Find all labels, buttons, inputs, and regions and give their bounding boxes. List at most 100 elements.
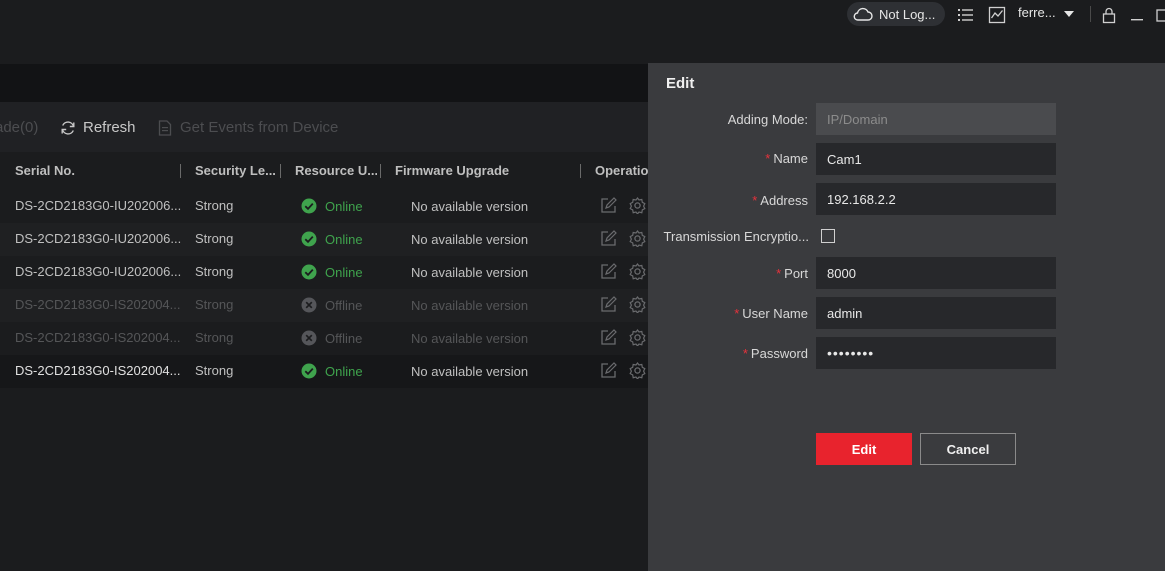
gear-icon[interactable]: [629, 296, 646, 313]
username-field[interactable]: [816, 297, 1056, 329]
firmware-cell: No available version: [411, 199, 529, 214]
edit-icon[interactable]: [600, 362, 617, 379]
cloud-login-status[interactable]: Not Log...: [847, 2, 945, 26]
app-window: Not Log... ferre... ade(0) Refresh Get E…: [0, 0, 1165, 571]
edit-submit-button[interactable]: Edit: [816, 433, 912, 465]
address-field[interactable]: [816, 183, 1056, 215]
security-cell: Strong: [195, 363, 234, 378]
port-label: * Port: [776, 266, 808, 281]
table-row[interactable]: DS-2CD2183G0-IU202006... Strong Online N…: [0, 223, 648, 256]
refresh-icon: [61, 120, 75, 135]
address-label: * Address: [752, 193, 808, 208]
table-row[interactable]: DS-2CD2183G0-IS202004... Strong Offline …: [0, 322, 648, 355]
required-mark: *: [752, 193, 758, 208]
status-cell: Offline: [325, 331, 363, 346]
status-cell: Online: [325, 265, 363, 280]
get-events-button[interactable]: Get Events from Device: [158, 119, 338, 136]
get-events-label: Get Events from Device: [180, 119, 339, 136]
status-cell: Online: [325, 364, 363, 379]
divider: [1090, 6, 1091, 22]
username-label-text: User Name: [742, 306, 808, 321]
column-resource-usage[interactable]: Resource U...: [295, 163, 377, 178]
upgrade-button[interactable]: ade(0): [0, 119, 38, 136]
gear-icon[interactable]: [629, 362, 646, 379]
edit-icon[interactable]: [600, 230, 617, 247]
adding-mode-label: Adding Mode:: [727, 112, 808, 127]
gear-icon[interactable]: [629, 230, 646, 247]
column-serial-no[interactable]: Serial No.: [15, 163, 75, 178]
port-label-text: Port: [784, 266, 808, 281]
gear-icon[interactable]: [629, 263, 646, 280]
security-cell: Strong: [195, 297, 234, 312]
gear-icon[interactable]: [629, 329, 646, 346]
cloud-status-label: Not Log...: [879, 6, 936, 22]
transmission-encryption-checkbox[interactable]: [821, 229, 835, 243]
security-cell: Strong: [195, 198, 234, 213]
table-row-selected[interactable]: DS-2CD2183G0-IS202004... Strong Online N…: [0, 355, 648, 388]
offline-x-icon: [301, 330, 317, 346]
required-mark: *: [765, 151, 771, 166]
column-divider[interactable]: [380, 164, 381, 178]
column-divider[interactable]: [280, 164, 281, 178]
adding-mode-field: [816, 103, 1056, 135]
port-field[interactable]: [816, 257, 1056, 289]
user-name[interactable]: ferre...: [1018, 5, 1056, 20]
document-icon: [158, 119, 172, 136]
column-divider[interactable]: [580, 164, 581, 178]
cancel-button[interactable]: Cancel: [920, 433, 1016, 465]
name-label: * Name: [765, 151, 808, 166]
minimize-icon[interactable]: [1128, 6, 1146, 24]
edit-device-panel: Edit Adding Mode: *Name *Address Transmi…: [648, 63, 1165, 571]
firmware-cell: No available version: [411, 232, 529, 247]
serial-cell: DS-2CD2183G0-IU202006...: [15, 198, 182, 213]
device-toolbar: ade(0) Refresh Get Events from Device: [0, 102, 648, 152]
firmware-cell: No available version: [411, 265, 529, 280]
edit-icon[interactable]: [600, 296, 617, 313]
password-field[interactable]: [816, 337, 1056, 369]
column-divider[interactable]: [180, 164, 181, 178]
edit-icon[interactable]: [600, 329, 617, 346]
lock-icon[interactable]: [1100, 6, 1118, 24]
username-label: * User Name: [734, 306, 808, 321]
check-circle-icon: [301, 363, 317, 379]
cloud-icon: [853, 7, 873, 21]
title-bar: Not Log... ferre...: [0, 0, 1165, 64]
password-label-text: Password: [750, 346, 808, 361]
serial-cell: DS-2CD2183G0-IS202004...: [15, 363, 181, 378]
task-list-icon[interactable]: [957, 6, 975, 24]
panel-title: Edit: [666, 75, 695, 92]
name-label-text: Name: [773, 151, 808, 166]
maximize-icon[interactable]: [1155, 6, 1165, 24]
table-row[interactable]: DS-2CD2183G0-IU202006... Strong Online N…: [0, 190, 648, 223]
security-cell: Strong: [195, 330, 234, 345]
edit-icon[interactable]: [600, 197, 617, 214]
chevron-down-icon[interactable]: [1064, 11, 1074, 17]
header-band: [0, 64, 648, 102]
edit-icon[interactable]: [600, 263, 617, 280]
name-field[interactable]: [816, 143, 1056, 175]
column-security-level[interactable]: Security Le...: [195, 163, 275, 178]
firmware-cell: No available version: [411, 331, 529, 346]
serial-cell: DS-2CD2183G0-IU202006...: [15, 264, 182, 279]
transmission-encryption-label: Transmission Encryptio...: [663, 229, 809, 244]
serial-cell: DS-2CD2183G0-IU202006...: [15, 231, 182, 246]
table-row[interactable]: DS-2CD2183G0-IU202006... Strong Online N…: [0, 256, 648, 289]
address-label-text: Address: [760, 193, 808, 208]
refresh-label: Refresh: [83, 119, 136, 136]
status-cell: Offline: [325, 298, 363, 313]
status-cell: Online: [325, 199, 363, 214]
security-cell: Strong: [195, 264, 234, 279]
column-firmware-upgrade[interactable]: Firmware Upgrade: [395, 163, 509, 178]
column-operation[interactable]: Operatio: [595, 163, 648, 178]
firmware-cell: No available version: [411, 298, 529, 313]
table-header: Serial No. Security Le... Resource U... …: [0, 152, 648, 189]
refresh-button[interactable]: Refresh: [60, 119, 136, 136]
check-circle-icon: [301, 198, 317, 214]
serial-cell: DS-2CD2183G0-IS202004...: [15, 330, 181, 345]
required-mark: *: [742, 346, 748, 361]
table-row[interactable]: DS-2CD2183G0-IS202004... Strong Offline …: [0, 289, 648, 322]
gear-icon[interactable]: [629, 197, 646, 214]
check-circle-icon: [301, 231, 317, 247]
security-cell: Strong: [195, 231, 234, 246]
monitor-chart-icon[interactable]: [988, 6, 1006, 24]
